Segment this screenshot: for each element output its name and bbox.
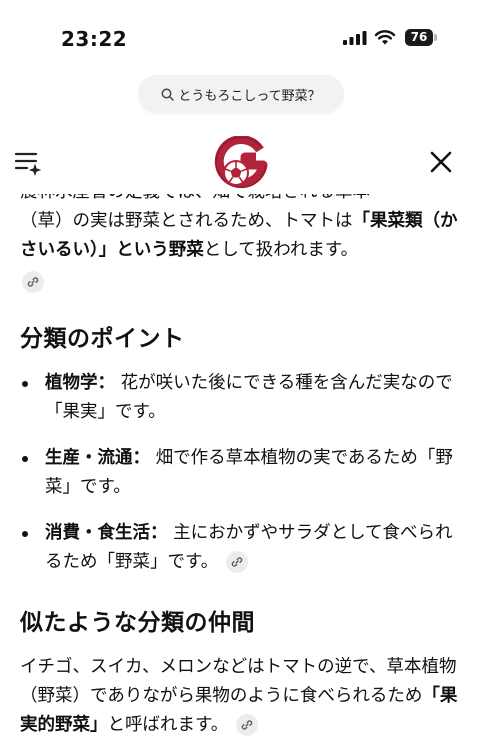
source-link-button[interactable] bbox=[225, 551, 248, 573]
cellular-signal-icon bbox=[343, 31, 367, 45]
battery-cap bbox=[434, 34, 437, 41]
outro-text-1: イチゴ、スイカ、メロンなどはトマトの逆で、草本植物（野菜）でありながら果物のよう… bbox=[20, 657, 457, 706]
outro-paragraph: イチゴ、スイカ、メロンなどはトマトの逆で、草本植物（野菜）でありながら果物のよう… bbox=[20, 653, 464, 740]
link-icon bbox=[241, 720, 253, 730]
source-link-button[interactable] bbox=[22, 271, 44, 293]
link-icon bbox=[27, 277, 39, 287]
classification-list: 植物学： 花が咲いた後にできる種を含んだ実なので「果実」です。 生産・流通： 畑… bbox=[20, 369, 464, 577]
intro-text-1: （草）の実は野菜とされるため、トマトは bbox=[20, 211, 353, 231]
search-bar[interactable]: とうもろこしって野菜？ bbox=[138, 75, 344, 113]
list-item: 生産・流通： 畑で作る草本植物の実であるため「野菜」です。 bbox=[20, 444, 464, 502]
status-bar: 23:22 76 bbox=[0, 0, 480, 70]
list-item: 植物学： 花が咲いた後にできる種を含んだ実なので「果実」です。 bbox=[20, 369, 464, 427]
link-icon bbox=[231, 557, 243, 567]
bullet-term: 消費・食生活： bbox=[45, 523, 168, 543]
answer-content: 農林水産省の定義では、畑で栽培される草本 （草）の実は野菜とされるため、トマトは… bbox=[20, 178, 464, 740]
section-heading-classification: 分類のポイント bbox=[20, 326, 185, 352]
close-icon[interactable] bbox=[429, 150, 453, 174]
outro-text-2: と呼ばれます。 bbox=[107, 715, 229, 735]
brand-logo-icon bbox=[214, 136, 268, 189]
status-time: 23:22 bbox=[61, 27, 128, 51]
intro-text-2: として扱われます。 bbox=[203, 240, 359, 260]
menu-sparkle-icon[interactable] bbox=[14, 150, 42, 176]
bullet-term: 植物学： bbox=[45, 373, 115, 393]
bullet-term: 生産・流通： bbox=[45, 448, 150, 468]
wifi-icon bbox=[374, 30, 396, 45]
source-link-button[interactable] bbox=[235, 714, 258, 736]
list-item: 消費・食生活： 主におかずやサラダとして食べられるため「野菜」です。 bbox=[20, 519, 464, 577]
search-icon bbox=[161, 88, 175, 101]
section-heading-similar: 似たような分類の仲間 bbox=[20, 610, 255, 636]
search-query: とうもろこしって野菜？ bbox=[178, 88, 321, 104]
battery-level: 76 bbox=[410, 30, 428, 44]
battery-icon: 76 bbox=[405, 29, 433, 46]
app-header bbox=[0, 130, 480, 194]
